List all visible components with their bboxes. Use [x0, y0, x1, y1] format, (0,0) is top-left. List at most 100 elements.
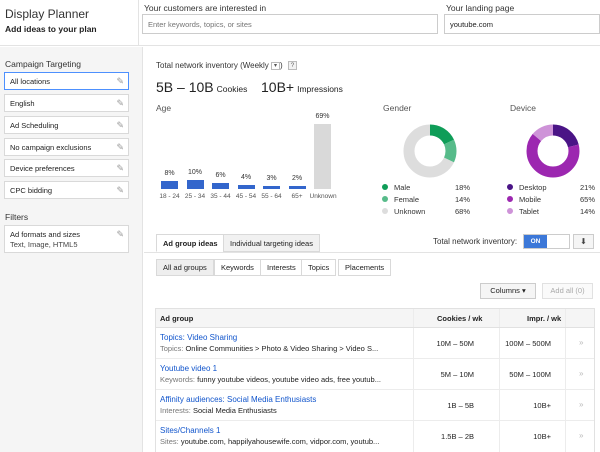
legend-label: Unknown: [394, 207, 426, 216]
subtab-topics[interactable]: Topics: [301, 259, 337, 276]
ad-group-link[interactable]: Sites/Channels 1: [160, 426, 220, 435]
inventory-period: (Weekly: [240, 61, 269, 70]
legend-item-mobile: Mobile 65%: [507, 195, 595, 205]
column-divider: [499, 359, 500, 389]
keywords-label: Your customers are interested in: [144, 3, 267, 13]
age-tick-label: 35 - 44: [210, 193, 231, 200]
add-all-button[interactable]: Add all (0): [542, 283, 593, 299]
ad-group-table: Ad group Cookies / wk Impr. / wk Topics:…: [155, 308, 595, 452]
age-tick-label: 18 - 24: [159, 193, 180, 200]
age-value-label: 6%: [215, 172, 226, 180]
column-divider: [499, 421, 500, 452]
inventory-toggle[interactable]: ON: [523, 234, 570, 249]
ad-group-details: Sites: youtube.com, happilyahousewife.co…: [160, 437, 408, 446]
table-row[interactable]: Sites/Channels 1 Sites: youtube.com, happ…: [156, 421, 594, 452]
ad-group-link[interactable]: Affinity audiences: Social Media Enthusi…: [160, 395, 316, 404]
column-header-cookies[interactable]: Cookies / wk: [437, 314, 482, 323]
table-row[interactable]: Topics: Video Sharing Topics: Online Comm…: [156, 328, 594, 359]
legend-swatch: [507, 208, 513, 214]
subtab-placements[interactable]: Placements: [338, 259, 392, 276]
column-header-impressions[interactable]: Impr. / wk: [527, 314, 561, 323]
pencil-icon[interactable]: ✎: [116, 229, 124, 240]
sidebar-item-label: Device preferences: [10, 164, 75, 173]
landing-page-input[interactable]: [444, 14, 600, 34]
column-divider: [565, 390, 566, 420]
sidebar-item-language[interactable]: English ✎: [4, 94, 129, 112]
add-to-plan-icon[interactable]: »: [579, 400, 583, 409]
column-divider: [565, 359, 566, 389]
column-divider: [413, 421, 414, 452]
add-to-plan-icon[interactable]: »: [579, 369, 583, 378]
legend-value: 68%: [454, 207, 470, 216]
legend-label: Mobile: [519, 195, 542, 204]
tab-individual-targeting-ideas[interactable]: Individual targeting ideas: [223, 234, 320, 252]
age-tick-label: Unknown: [309, 193, 337, 200]
legend-swatch: [382, 184, 388, 190]
header-divider: [138, 0, 139, 46]
pencil-icon[interactable]: ✎: [116, 142, 124, 153]
pencil-icon[interactable]: ✎: [116, 163, 124, 174]
cookies-cell: 10M – 50M: [436, 339, 474, 348]
legend-label: Female: [394, 195, 420, 204]
age-bar: [263, 186, 280, 189]
tab-ad-group-ideas[interactable]: Ad group ideas: [156, 234, 225, 252]
impressions-cell: 10B+: [533, 401, 551, 410]
age-value-label: 3%: [266, 175, 277, 182]
age-value-label: 4%: [240, 174, 252, 182]
impressions-total: 10B+ Impressions: [261, 79, 343, 95]
add-to-plan-icon[interactable]: »: [579, 338, 583, 347]
cookies-cell: 1B – 5B: [447, 401, 474, 410]
legend-item-unknown: Unknown 68%: [382, 207, 470, 217]
column-divider: [413, 309, 414, 327]
sidebar-item-exclusions[interactable]: No campaign exclusions ✎: [4, 138, 129, 156]
impressions-cell: 50M – 100M: [509, 370, 551, 379]
age-bar: [288, 186, 306, 189]
ad-group-link[interactable]: Youtube video 1: [160, 364, 217, 373]
column-divider: [499, 328, 500, 358]
columns-button[interactable]: Columns ▾: [480, 283, 536, 299]
column-divider: [565, 328, 566, 358]
subtab-keywords[interactable]: Keywords: [214, 259, 261, 276]
download-button[interactable]: ⬇: [573, 234, 594, 249]
pencil-icon[interactable]: ✎: [116, 120, 124, 131]
details-prefix: Sites:: [160, 437, 179, 446]
inventory-label: Total network inventory: [156, 61, 238, 70]
subtab-interests[interactable]: Interests: [260, 259, 303, 276]
age-bar: [186, 179, 204, 189]
age-tick-label: 45 - 54: [235, 193, 257, 200]
inventory-period-close: ): [280, 61, 283, 70]
sidebar-item-ad-formats[interactable]: Ad formats and sizes Text, Image, HTML5 …: [4, 225, 129, 253]
sidebar-item-cpc-bidding[interactable]: CPC bidding ✎: [4, 181, 129, 199]
table-row[interactable]: Youtube video 1 Keywords: funny youtube v…: [156, 359, 594, 390]
pencil-icon[interactable]: ✎: [116, 185, 124, 196]
ad-group-link[interactable]: Topics: Video Sharing: [160, 333, 237, 342]
column-divider: [565, 309, 566, 327]
add-to-plan-icon[interactable]: »: [579, 431, 583, 440]
inventory-toggle-label: Total network inventory:: [433, 237, 518, 246]
period-dropdown-icon[interactable]: ▾: [271, 61, 281, 70]
download-icon: ⬇: [580, 237, 587, 246]
pencil-icon[interactable]: ✎: [116, 98, 124, 109]
column-divider: [565, 421, 566, 452]
subtab-all-ad-groups[interactable]: All ad groups: [156, 259, 214, 276]
impressions-value: 10B+: [261, 79, 295, 95]
sidebar-item-ad-scheduling[interactable]: Ad Scheduling ✎: [4, 116, 129, 134]
help-icon[interactable]: ?: [287, 61, 297, 71]
sidebar: Campaign Targeting All locations ✎ Engli…: [0, 47, 143, 452]
age-tick-label: 55 - 64: [261, 193, 282, 200]
app-subtitle: Add ideas to your plan: [5, 24, 97, 34]
sidebar-item-device-preferences[interactable]: Device preferences ✎: [4, 159, 129, 177]
legend-value: 65%: [579, 195, 595, 204]
legend-label: Male: [394, 183, 411, 192]
pencil-icon[interactable]: ✎: [116, 76, 124, 87]
cookies-cell: 5M – 10M: [440, 370, 474, 379]
cookies-cell: 1.5B – 2B: [441, 432, 474, 441]
sidebar-item-locations[interactable]: All locations ✎: [4, 72, 129, 90]
app-title: Display Planner: [5, 7, 90, 21]
age-bar: [161, 181, 178, 189]
column-header-ad-group[interactable]: Ad group: [160, 314, 193, 323]
table-row[interactable]: Affinity audiences: Social Media Enthusi…: [156, 390, 594, 421]
details-text: youtube.com, happilyahousewife.com, vidp…: [180, 437, 380, 446]
details-text: Online Communities > Photo & Video Shari…: [185, 344, 379, 353]
keywords-input[interactable]: [142, 14, 438, 34]
